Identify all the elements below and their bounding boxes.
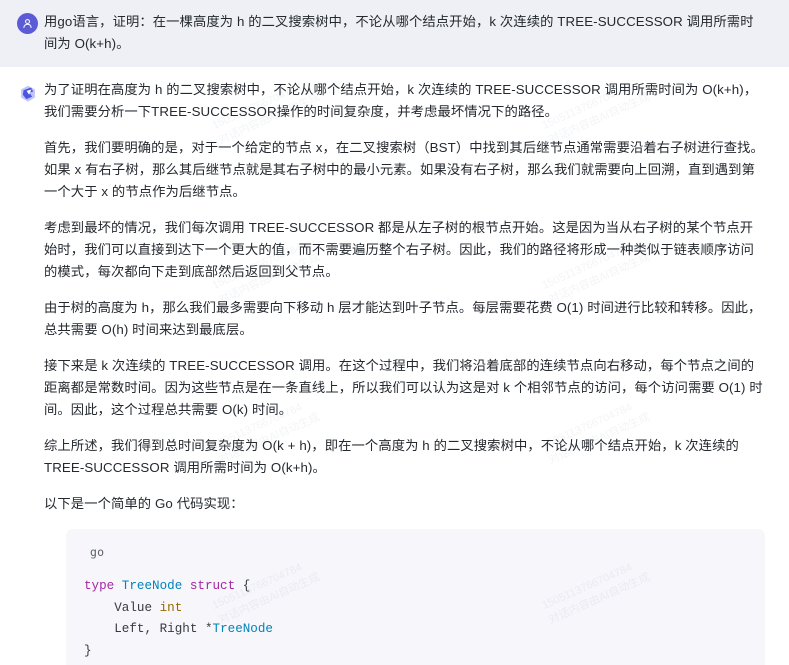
user-message-body: 用go语言，证明：在一棵高度为 h 的二叉搜索树中，不论从哪个结点开始，k 次连… [44,10,771,55]
assistant-paragraph-1: 为了证明在高度为 h 的二叉搜索树中，不论从哪个结点开始，k 次连续的 TREE… [44,82,758,119]
assistant-avatar-column [10,79,44,665]
assistant-paragraph-4: 由于树的高度为 h，那么我们最多需要向下移动 h 层才能达到叶子节点。每层需要花… [44,300,762,337]
code-text: type TreeNode struct { Value int Left, R… [84,579,273,658]
chat-page: 用go语言，证明：在一棵高度为 h 的二叉搜索树中，不论从哪个结点开始，k 次连… [0,0,789,665]
user-person-icon [17,13,38,34]
assistant-paragraph-6: 综上所述，我们得到总时间复杂度为 O(k + h)，即在一个高度为 h 的二叉搜… [44,438,739,475]
code-content[interactable]: type TreeNode struct { Value int Left, R… [66,575,765,665]
code-language-label: go [90,545,105,559]
assistant-message-turn: 为了证明在高度为 h 的二叉搜索树中，不论从哪个结点开始，k 次连续的 TREE… [0,67,789,665]
code-block: go type TreeNode struct { Value int Left… [66,529,765,665]
assistant-paragraph-3: 考虑到最坏的情况，我们每次调用 TREE-SUCCESSOR 都是从左子树的根节… [44,220,755,279]
assistant-paragraph-5: 接下来是 k 次连续的 TREE-SUCCESSOR 调用。在这个过程中，我们将… [44,358,763,417]
assistant-logo-icon [16,82,39,105]
assistant-paragraph-7: 以下是一个简单的 Go 代码实现： [44,496,244,511]
user-message-turn: 用go语言，证明：在一棵高度为 h 的二叉搜索树中，不论从哪个结点开始，k 次连… [0,0,789,67]
user-message-text: 用go语言，证明：在一棵高度为 h 的二叉搜索树中，不论从哪个结点开始，k 次连… [44,14,754,51]
assistant-paragraph-2: 首先，我们要明确的是，对于一个给定的节点 x，在二叉搜索树（BST）中找到其后继… [44,140,764,199]
assistant-message-body: 为了证明在高度为 h 的二叉搜索树中，不论从哪个结点开始，k 次连续的 TREE… [44,79,771,665]
user-avatar-column [10,10,44,55]
